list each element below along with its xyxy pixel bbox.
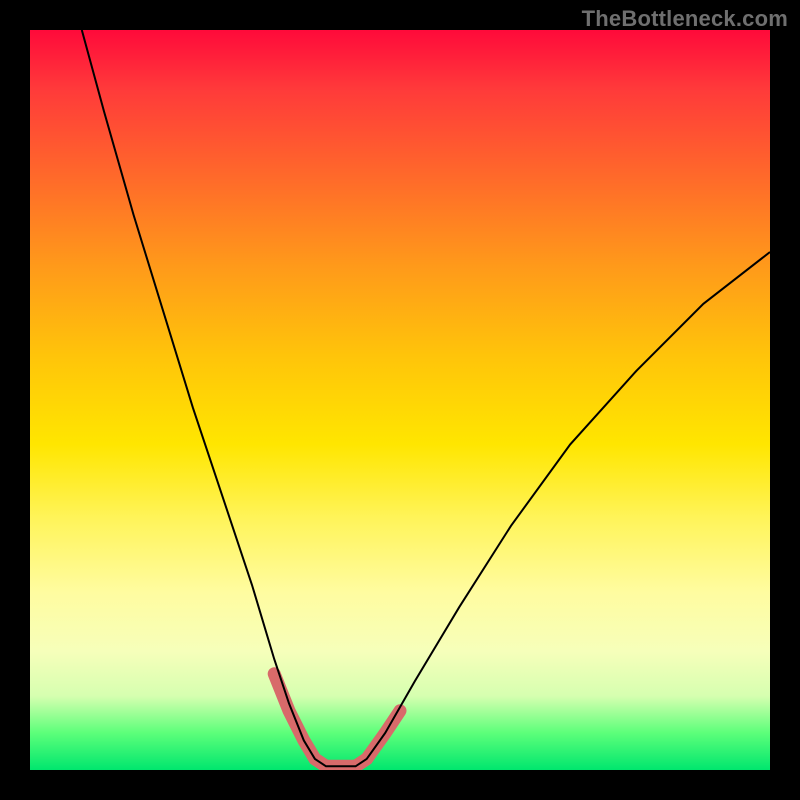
watermark-label: TheBottleneck.com — [582, 6, 788, 32]
highlight-left-knee — [274, 674, 326, 767]
curve-svg — [30, 30, 770, 770]
bottleneck-curve — [82, 30, 770, 766]
chart-stage: TheBottleneck.com — [0, 0, 800, 800]
plot-area — [30, 30, 770, 770]
